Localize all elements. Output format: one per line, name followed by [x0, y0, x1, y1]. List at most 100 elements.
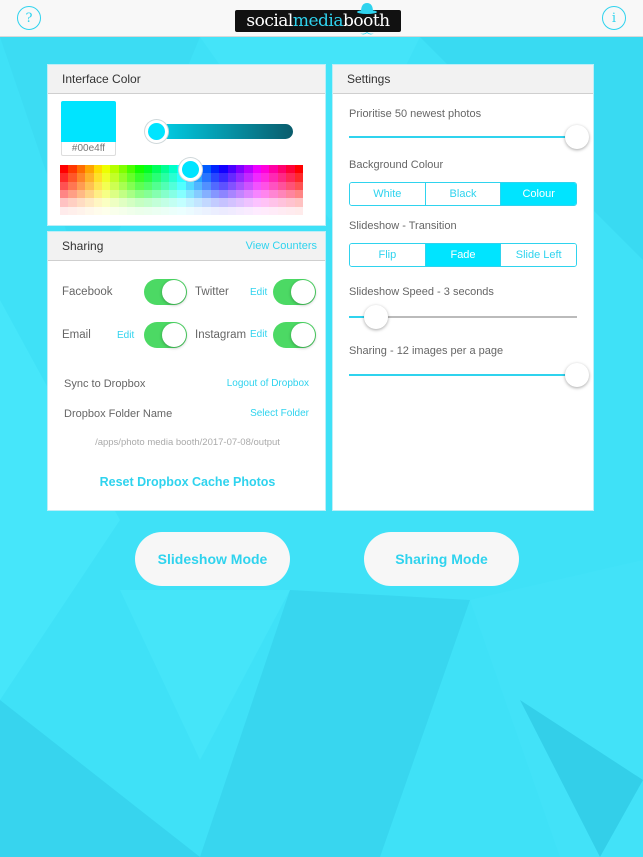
palette-cell[interactable] — [110, 206, 119, 215]
palette-cell[interactable] — [177, 189, 186, 199]
palette-cell[interactable] — [118, 181, 128, 190]
palette-cell[interactable] — [76, 189, 86, 199]
palette-cell[interactable] — [152, 165, 161, 174]
palette-cell[interactable] — [135, 198, 144, 207]
palette-cell[interactable] — [227, 181, 236, 190]
palette-cell[interactable] — [68, 165, 77, 174]
palette-cell[interactable] — [244, 173, 253, 182]
palette-cell[interactable] — [101, 173, 111, 182]
palette-cell[interactable] — [93, 198, 102, 207]
palette-cell[interactable] — [110, 173, 119, 182]
palette-cell[interactable] — [294, 206, 303, 215]
palette-cell[interactable] — [101, 181, 111, 190]
palette-cell[interactable] — [76, 173, 86, 182]
palette-cell[interactable] — [235, 181, 245, 190]
palette-cell[interactable] — [235, 173, 245, 182]
slideshow-speed-slider[interactable] — [349, 305, 577, 329]
palette-cell[interactable] — [202, 173, 211, 182]
palette-cell[interactable] — [168, 206, 178, 215]
transition-option-fade[interactable]: Fade — [425, 244, 502, 266]
palette-cell[interactable] — [185, 181, 195, 190]
palette-cell[interactable] — [68, 189, 77, 199]
palette-cell[interactable] — [168, 181, 178, 190]
twitter-edit-link[interactable]: Edit — [250, 287, 267, 298]
palette-cell[interactable] — [227, 198, 236, 207]
palette-cell[interactable] — [160, 165, 169, 174]
palette-cell[interactable] — [286, 181, 295, 190]
palette-cell[interactable] — [60, 165, 69, 174]
palette-cell[interactable] — [244, 181, 253, 190]
palette-cell[interactable] — [294, 189, 303, 199]
palette-cell[interactable] — [143, 173, 153, 182]
palette-cell[interactable] — [286, 165, 295, 174]
palette-cell[interactable] — [252, 198, 262, 207]
palette-cell[interactable] — [252, 165, 262, 174]
palette-cell[interactable] — [85, 189, 94, 199]
palette-cell[interactable] — [277, 189, 287, 199]
select-folder-link[interactable]: Select Folder — [250, 408, 309, 419]
palette-cell[interactable] — [110, 198, 119, 207]
palette-cell[interactable] — [269, 189, 278, 199]
palette-cell[interactable] — [235, 189, 245, 199]
palette-cell[interactable] — [127, 206, 136, 215]
palette-cell[interactable] — [127, 181, 136, 190]
palette-cell[interactable] — [76, 198, 86, 207]
palette-selector-thumb[interactable] — [179, 158, 202, 181]
palette-cell[interactable] — [93, 165, 102, 174]
shade-slider-thumb[interactable] — [145, 120, 168, 143]
palette-cell[interactable] — [127, 173, 136, 182]
palette-cell[interactable] — [219, 206, 228, 215]
palette-cell[interactable] — [294, 173, 303, 182]
facebook-toggle[interactable] — [144, 279, 187, 305]
palette-cell[interactable] — [101, 189, 111, 199]
palette-cell[interactable] — [60, 198, 69, 207]
palette-cell[interactable] — [202, 189, 211, 199]
palette-cell[interactable] — [60, 173, 69, 182]
palette-cell[interactable] — [202, 198, 211, 207]
prioritise-slider-thumb[interactable] — [565, 125, 589, 149]
palette-cell[interactable] — [168, 173, 178, 182]
palette-cell[interactable] — [252, 173, 262, 182]
palette-cell[interactable] — [269, 181, 278, 190]
palette-cell[interactable] — [294, 181, 303, 190]
palette-cell[interactable] — [93, 189, 102, 199]
palette-cell[interactable] — [152, 189, 161, 199]
palette-cell[interactable] — [210, 173, 220, 182]
background-option-white[interactable]: White — [350, 183, 426, 205]
transition-option-flip[interactable]: Flip — [350, 244, 426, 266]
palette-cell[interactable] — [168, 189, 178, 199]
palette-cell[interactable] — [76, 206, 86, 215]
palette-cell[interactable] — [261, 181, 270, 190]
palette-cell[interactable] — [227, 173, 236, 182]
palette-cell[interactable] — [286, 198, 295, 207]
palette-cell[interactable] — [152, 206, 161, 215]
prioritise-slider[interactable] — [349, 125, 589, 149]
info-button[interactable]: i — [602, 6, 626, 30]
palette-cell[interactable] — [252, 189, 262, 199]
palette-cell[interactable] — [210, 165, 220, 174]
palette-cell[interactable] — [286, 173, 295, 182]
palette-cell[interactable] — [110, 181, 119, 190]
palette-cell[interactable] — [244, 189, 253, 199]
palette-cell[interactable] — [219, 198, 228, 207]
palette-cell[interactable] — [135, 181, 144, 190]
palette-cell[interactable] — [85, 198, 94, 207]
palette-cell[interactable] — [227, 206, 236, 215]
palette-cell[interactable] — [160, 206, 169, 215]
palette-cell[interactable] — [235, 198, 245, 207]
palette-cell[interactable] — [85, 206, 94, 215]
palette-cell[interactable] — [219, 165, 228, 174]
palette-cell[interactable] — [210, 181, 220, 190]
palette-cell[interactable] — [177, 206, 186, 215]
palette-cell[interactable] — [160, 198, 169, 207]
palette-cell[interactable] — [160, 181, 169, 190]
palette-cell[interactable] — [135, 173, 144, 182]
palette-cell[interactable] — [261, 206, 270, 215]
palette-cell[interactable] — [227, 165, 236, 174]
slideshow-mode-button[interactable]: Slideshow Mode — [135, 532, 290, 586]
palette-cell[interactable] — [110, 165, 119, 174]
palette-cell[interactable] — [135, 206, 144, 215]
background-option-black[interactable]: Black — [425, 183, 502, 205]
palette-cell[interactable] — [261, 173, 270, 182]
palette-cell[interactable] — [194, 181, 203, 190]
